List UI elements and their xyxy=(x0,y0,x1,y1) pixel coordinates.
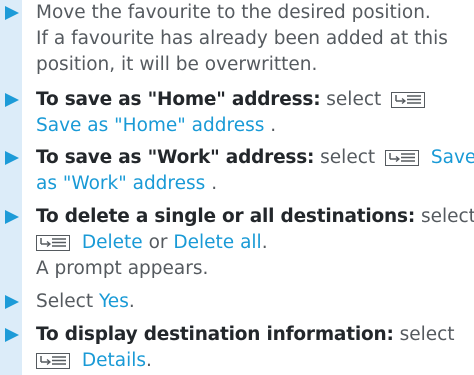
option-save-as-work: Save xyxy=(430,147,474,168)
option-delete: Delete xyxy=(81,232,143,253)
step-arrow-icon xyxy=(5,151,19,165)
step-arrow-icon xyxy=(5,93,19,107)
option-save-as-work-cont: as "Work" address xyxy=(36,173,206,194)
menu-icon xyxy=(36,235,70,251)
step-select-word: Select xyxy=(36,291,94,312)
step-text: If a favourite has already been added at… xyxy=(36,28,448,49)
option-delete-all: Delete all xyxy=(173,232,262,253)
step-heading: To save as "Work" address: xyxy=(36,147,315,168)
step-arrow-icon xyxy=(5,6,19,20)
step-result: A prompt appears. xyxy=(36,258,209,279)
step-select-word: select xyxy=(420,206,474,227)
step-select-word: select xyxy=(326,89,382,110)
step-heading: To delete a single or all destinations: xyxy=(36,206,416,227)
step-heading: To save as "Home" address: xyxy=(36,89,321,110)
period: . xyxy=(128,291,135,312)
menu-icon xyxy=(36,353,70,369)
option-save-as-home: Save as "Home" address xyxy=(36,115,265,136)
option-yes: Yes xyxy=(98,291,129,312)
or-word: or xyxy=(148,232,168,253)
option-details: Details xyxy=(81,350,147,371)
step-heading: To display destination information: xyxy=(36,324,394,345)
step-sidebar xyxy=(0,0,22,375)
step-select-word: select xyxy=(320,147,376,168)
menu-icon xyxy=(391,92,426,108)
period: . xyxy=(261,232,268,253)
period: . xyxy=(270,115,277,136)
period: . xyxy=(146,350,152,371)
step-arrow-icon xyxy=(5,295,19,309)
step-text: Move the favourite to the desired positi… xyxy=(36,2,431,23)
step-select-word: select xyxy=(399,324,455,345)
menu-icon xyxy=(385,150,420,166)
period: . xyxy=(211,173,218,194)
step-arrow-icon xyxy=(5,328,19,342)
step-arrow-icon xyxy=(5,210,19,224)
step-text: position, it will be overwritten. xyxy=(36,54,318,75)
